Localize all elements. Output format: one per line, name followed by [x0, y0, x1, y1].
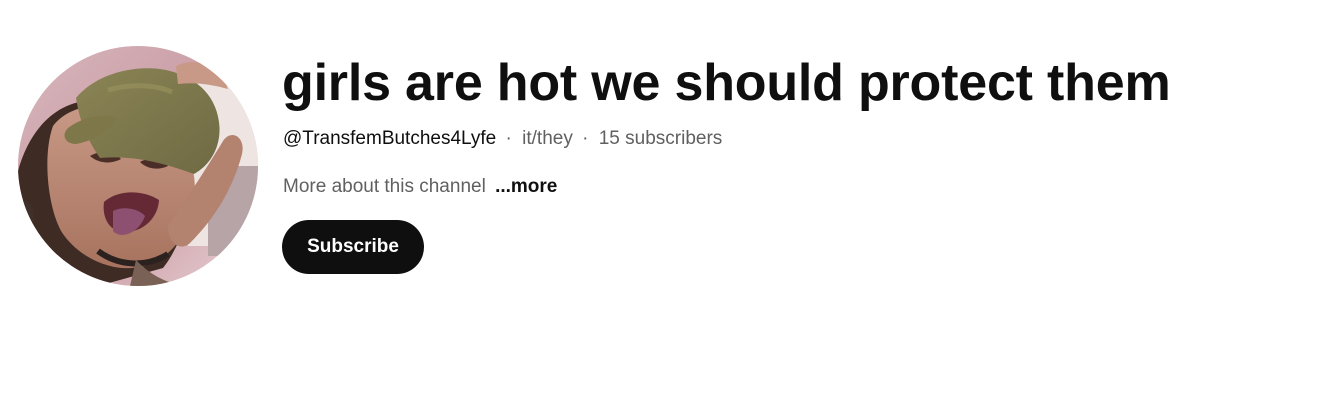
subscriber-count: 15 subscribers	[598, 128, 723, 149]
channel-description[interactable]: More about this channel ...more	[283, 175, 557, 199]
channel-description-text: More about this channel	[283, 176, 486, 197]
meta-separator: ·	[505, 128, 512, 149]
avatar-image	[18, 46, 258, 286]
more-link[interactable]: ...more	[495, 176, 557, 197]
channel-avatar[interactable]	[18, 46, 258, 286]
subscribe-button[interactable]: Subscribe	[282, 220, 424, 274]
channel-pronouns: it/they	[522, 128, 573, 149]
channel-header: girls are hot we should protect them @Tr…	[0, 0, 1325, 410]
meta-separator: ·	[582, 128, 589, 149]
channel-name: girls are hot we should protect them	[282, 54, 1171, 112]
channel-handle[interactable]: @TransfemButches4Lyfe	[283, 128, 496, 149]
channel-meta-row: @TransfemButches4Lyfe · it/they · 15 sub…	[283, 127, 722, 151]
